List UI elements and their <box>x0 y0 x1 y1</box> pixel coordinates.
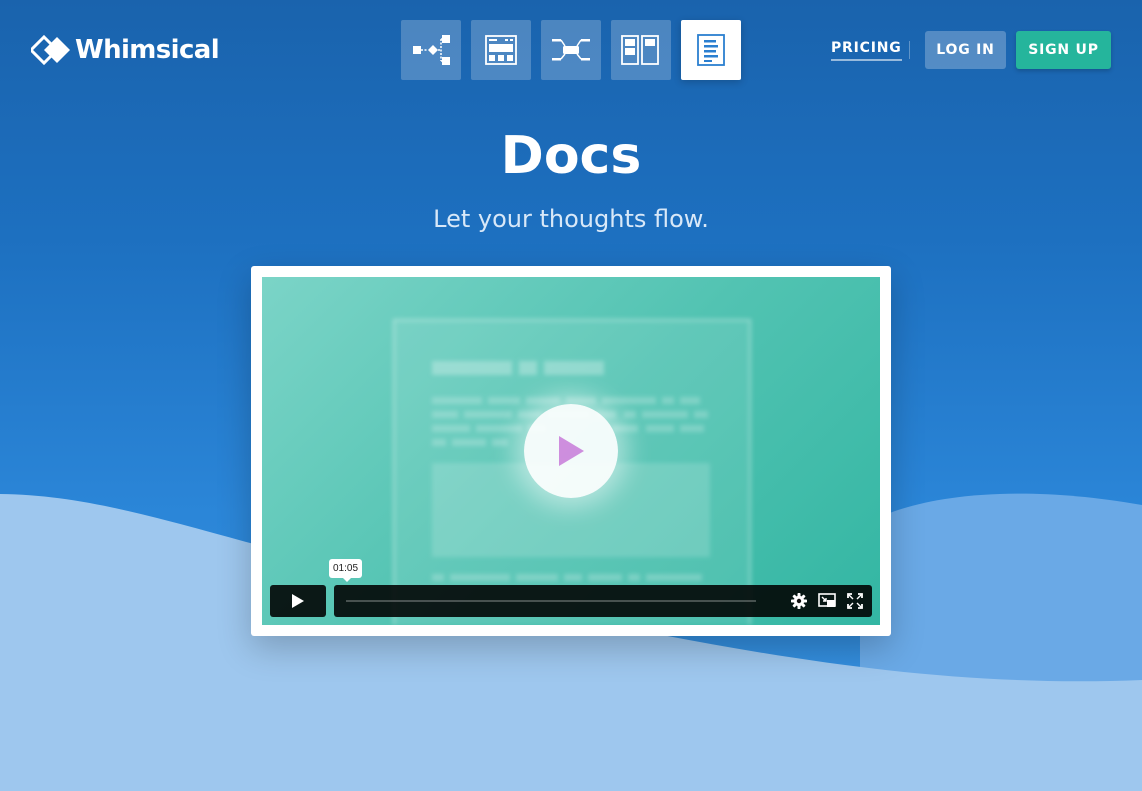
nav-divider <box>909 41 910 59</box>
settings-icon[interactable] <box>790 592 808 610</box>
mindmap-icon <box>552 39 590 61</box>
sticky-notes-icon <box>621 35 659 65</box>
brand-name: Whimsical <box>75 35 220 65</box>
login-button[interactable]: LOG IN <box>925 31 1006 69</box>
progress-track[interactable] <box>346 600 756 602</box>
time-tooltip: 01:05 <box>329 559 363 582</box>
tool-docs[interactable] <box>681 20 741 80</box>
whimsical-logo[interactable]: Whimsical <box>31 35 220 65</box>
video-card: 01:05 <box>251 266 891 636</box>
pricing-link[interactable]: PRICING <box>831 40 902 61</box>
center-play-button[interactable] <box>524 404 618 498</box>
tool-switcher <box>401 20 741 80</box>
wireframe-icon <box>485 35 517 65</box>
tool-wireframes[interactable] <box>471 20 531 80</box>
video-player[interactable]: 01:05 <box>262 277 880 625</box>
play-button[interactable] <box>270 585 326 617</box>
page-subtitle: Let your thoughts flow. <box>433 205 709 233</box>
page-title: Docs <box>500 126 642 186</box>
logo-mark-icon <box>31 35 70 65</box>
tool-flowcharts[interactable] <box>401 20 461 80</box>
doc-icon <box>697 34 725 66</box>
play-icon <box>559 436 584 466</box>
signup-button[interactable]: SIGN UP <box>1016 31 1111 69</box>
play-icon <box>292 594 304 608</box>
picture-in-picture-icon[interactable] <box>818 592 836 610</box>
tool-sticky-notes[interactable] <box>611 20 671 80</box>
tool-mind-maps[interactable] <box>541 20 601 80</box>
video-controls-bar <box>334 585 872 617</box>
fullscreen-icon[interactable] <box>846 592 864 610</box>
flowchart-icon <box>413 35 450 65</box>
